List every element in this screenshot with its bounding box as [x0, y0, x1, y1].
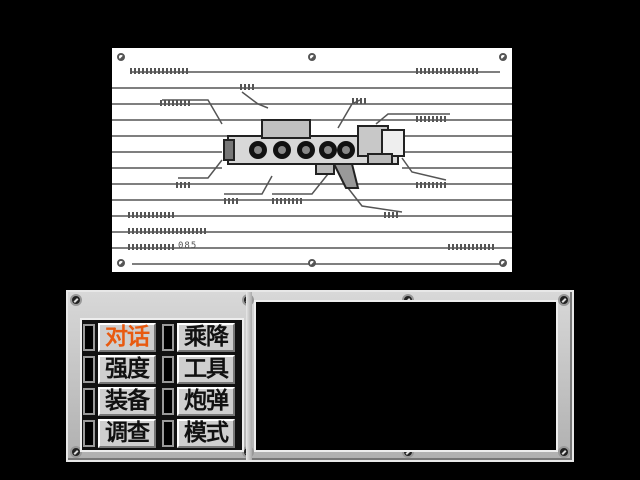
command-tools[interactable]: 工具	[162, 355, 235, 384]
blueprint-label	[176, 182, 192, 188]
blueprint-label	[416, 116, 448, 122]
selection-cursor	[162, 356, 174, 383]
blueprint-label	[224, 198, 240, 204]
blueprint-model-code: 085	[178, 241, 198, 251]
command-board[interactable]: 乘降	[162, 323, 235, 352]
selection-cursor	[83, 388, 95, 415]
bolt-icon	[499, 53, 507, 61]
selection-cursor	[83, 324, 95, 351]
bolt-icon	[70, 294, 82, 306]
command-strength[interactable]: 强度	[83, 355, 156, 384]
blueprint-label	[384, 212, 400, 218]
weapon-cannon-sprite	[223, 119, 405, 189]
command-label: 模式	[177, 419, 235, 448]
command-equip[interactable]: 装备	[83, 387, 156, 416]
command-label: 工具	[177, 355, 235, 384]
selection-cursor	[83, 356, 95, 383]
command-shells[interactable]: 炮弹	[162, 387, 235, 416]
command-search[interactable]: 调查	[83, 419, 156, 448]
selection-cursor	[83, 420, 95, 447]
selection-cursor	[162, 324, 174, 351]
command-label: 炮弹	[177, 387, 235, 416]
message-window	[254, 300, 558, 452]
selection-cursor	[162, 420, 174, 447]
command-menu: 对话 乘降 强度 工具 装备 炮弹 调查 模式	[80, 318, 244, 452]
command-label: 乘降	[177, 323, 235, 352]
command-frame: 对话 乘降 强度 工具 装备 炮弹 调查 模式	[66, 290, 574, 462]
blueprint-label	[128, 244, 174, 250]
command-mode[interactable]: 模式	[162, 419, 235, 448]
blueprint-label	[130, 68, 190, 74]
blueprint-label	[416, 68, 478, 74]
frame-divider	[246, 292, 252, 460]
blueprint-label	[128, 228, 206, 234]
blueprint-label	[272, 198, 304, 204]
bolt-icon	[558, 446, 570, 458]
command-label: 对话	[98, 323, 156, 352]
blueprint-label	[128, 212, 176, 218]
bolt-icon	[499, 259, 507, 267]
selection-cursor	[162, 388, 174, 415]
blueprint-label	[416, 182, 448, 188]
blueprint-label	[352, 98, 368, 104]
bolt-icon	[308, 259, 316, 267]
bolt-icon	[558, 294, 570, 306]
weapon-blueprint-panel: 085	[112, 48, 512, 272]
blueprint-label	[160, 100, 192, 106]
blueprint-drawing	[112, 71, 512, 265]
bolt-icon	[308, 53, 316, 61]
blueprint-label	[240, 84, 256, 90]
command-label: 强度	[98, 355, 156, 384]
command-label: 调查	[98, 419, 156, 448]
bolt-icon	[117, 259, 125, 267]
command-label: 装备	[98, 387, 156, 416]
bolt-icon	[117, 53, 125, 61]
command-talk[interactable]: 对话	[83, 323, 156, 352]
game-screen: 085 对话 乘降 强度 工具 装备 炮弹 调查 模式	[0, 0, 640, 480]
blueprint-label	[448, 244, 494, 250]
